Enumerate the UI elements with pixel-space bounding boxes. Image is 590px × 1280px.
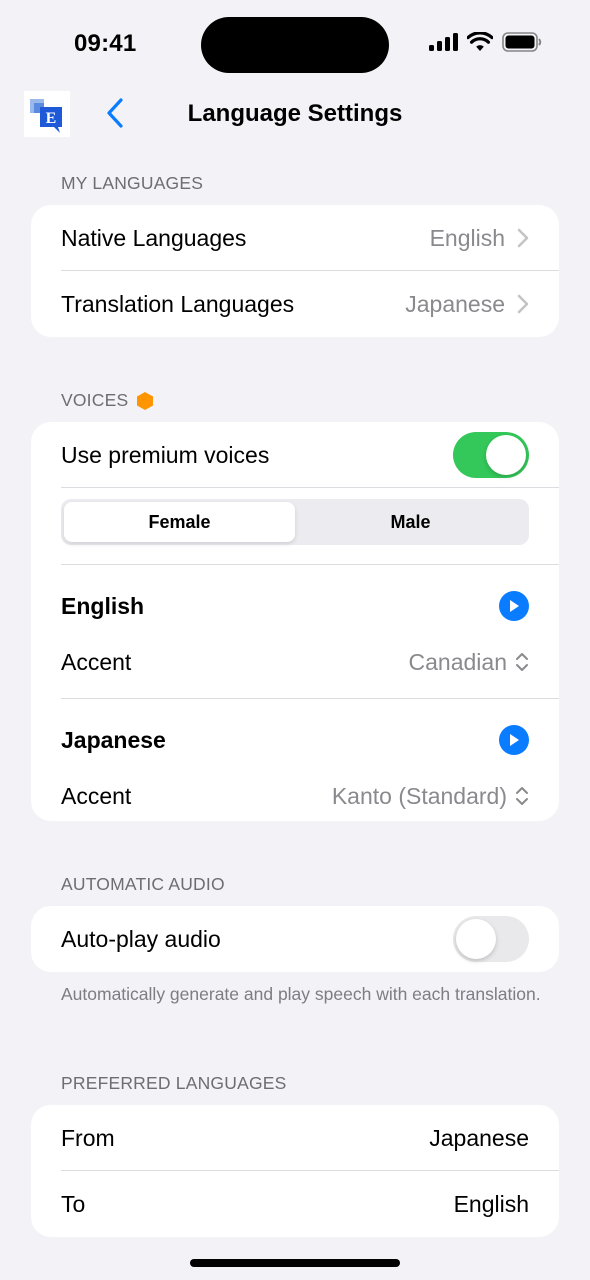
chevron-up-down-icon: [516, 653, 528, 671]
translation-languages-label: Translation Languages: [61, 290, 295, 317]
native-languages-row[interactable]: Native Languages English: [31, 205, 559, 271]
cellular-signal-icon: [429, 33, 458, 51]
preferred-languages-card: From Japanese To English: [31, 1105, 559, 1237]
play-english-sample-button[interactable]: [499, 591, 529, 621]
play-icon: [510, 600, 519, 612]
voices-card: Use premium voices Female Male English A…: [31, 422, 559, 821]
from-language-row[interactable]: From Japanese: [31, 1105, 559, 1171]
dynamic-island: [201, 17, 389, 73]
chevron-up-down-icon: [516, 787, 528, 805]
automatic-audio-header-label: AUTOMATIC AUDIO: [61, 874, 225, 894]
my-languages-header-label: MY LANGUAGES: [61, 173, 204, 193]
english-voice-title: English: [61, 592, 145, 619]
row-separator: [61, 487, 559, 488]
chevron-right-icon: [517, 228, 529, 248]
voice-language-group-japanese: Japanese Accent Kanto (Standard): [31, 699, 559, 821]
japanese-accent-label: Accent: [61, 782, 132, 809]
home-indicator[interactable]: [190, 1259, 400, 1267]
autoplay-row: Auto-play audio: [31, 906, 559, 972]
chevron-right-icon: [517, 294, 529, 314]
segment-female[interactable]: Female: [64, 502, 295, 542]
my-languages-header: MY LANGUAGES: [61, 173, 203, 194]
to-language-row[interactable]: To English: [31, 1171, 559, 1237]
segment-male[interactable]: Male: [295, 502, 526, 542]
play-japanese-sample-button[interactable]: [499, 725, 529, 755]
from-language-label: From: [61, 1124, 115, 1151]
english-accent-value: Canadian: [408, 648, 507, 675]
gender-segmented-control: Female Male: [61, 499, 529, 545]
automatic-audio-header: AUTOMATIC AUDIO: [61, 874, 225, 895]
premium-voices-toggle[interactable]: [453, 432, 529, 478]
play-icon: [510, 734, 519, 746]
toggle-knob: [456, 919, 496, 959]
translation-languages-row[interactable]: Translation Languages Japanese: [31, 271, 559, 337]
status-time: 09:41: [74, 30, 137, 57]
battery-icon: [502, 32, 542, 52]
autoplay-label: Auto-play audio: [61, 925, 221, 952]
voice-language-group-english: English Accent Canadian: [31, 565, 559, 699]
navigation-bar: E Language Settings: [0, 90, 590, 140]
autoplay-toggle[interactable]: [453, 916, 529, 962]
voices-header: VOICES: [61, 390, 154, 411]
to-language-value: English: [453, 1190, 529, 1217]
premium-voices-row: Use premium voices: [31, 422, 559, 488]
wifi-icon: [467, 32, 493, 51]
autoplay-note: Automatically generate and play speech w…: [61, 984, 541, 1004]
japanese-accent-row[interactable]: Accent Kanto (Standard): [31, 773, 559, 819]
preferred-languages-header: PREFERRED LANGUAGES: [61, 1073, 287, 1094]
toggle-knob: [486, 435, 526, 475]
japanese-voice-header-row: Japanese: [31, 699, 559, 773]
english-accent-row[interactable]: Accent Canadian: [31, 639, 559, 685]
status-bar: 09:41: [0, 0, 590, 90]
translation-languages-value: Japanese: [405, 290, 505, 317]
premium-voices-label: Use premium voices: [61, 441, 270, 468]
native-languages-value: English: [429, 224, 505, 251]
page-title: Language Settings: [187, 100, 403, 127]
automatic-audio-card: Auto-play audio: [31, 906, 559, 972]
voices-header-label: VOICES: [61, 390, 129, 410]
japanese-voice-title: Japanese: [61, 726, 166, 753]
my-languages-card: Native Languages English Translation Lan…: [31, 205, 559, 337]
from-language-value: Japanese: [429, 1124, 529, 1151]
english-accent-label: Accent: [61, 648, 132, 675]
native-languages-label: Native Languages: [61, 224, 247, 251]
preferred-languages-header-label: PREFERRED LANGUAGES: [61, 1073, 287, 1093]
to-language-label: To: [61, 1190, 86, 1217]
english-voice-header-row: English: [31, 565, 559, 639]
premium-badge-icon: [137, 391, 154, 410]
gender-row: Female Male: [31, 499, 559, 565]
status-icons: [429, 32, 542, 52]
japanese-accent-value: Kanto (Standard): [331, 782, 507, 809]
